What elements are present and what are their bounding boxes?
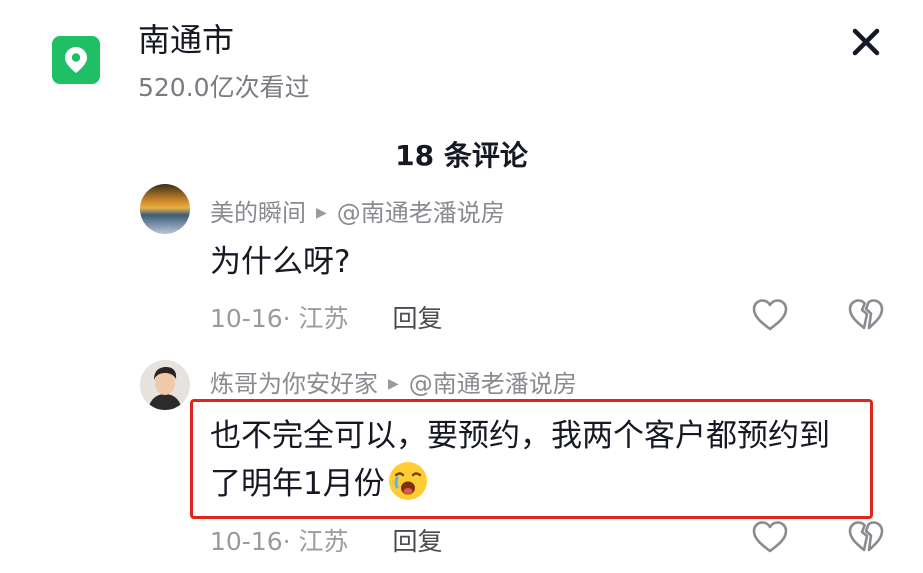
location-badge xyxy=(52,36,100,84)
play-arrow-icon: ▶ xyxy=(316,205,327,221)
highlight-box xyxy=(190,399,873,519)
avatar[interactable] xyxy=(140,360,190,410)
close-button[interactable] xyxy=(848,24,884,60)
reply-to-user[interactable]: @南通老潘说房 xyxy=(337,197,505,229)
broken-heart-icon xyxy=(848,299,884,330)
reply-button[interactable]: 回复 xyxy=(393,303,443,335)
avatar-photo xyxy=(140,360,190,410)
reply-to-user[interactable]: @南通老潘说房 xyxy=(409,368,577,400)
comment-meta: 美的瞬间 ▶ @南通老潘说房 xyxy=(210,197,505,229)
comment-meta: 炼哥为你安好家 ▶ @南通老潘说房 xyxy=(210,368,577,400)
like-button[interactable] xyxy=(750,297,790,333)
avatar[interactable] xyxy=(140,184,190,234)
location-title: 南通市 xyxy=(138,21,235,59)
reply-button[interactable]: 回复 xyxy=(393,526,443,558)
dislike-button[interactable] xyxy=(846,519,886,555)
comment-date: 10-16· 江苏 xyxy=(210,304,349,333)
heart-outline-icon xyxy=(752,299,788,331)
broken-heart-icon xyxy=(848,521,884,552)
comment-date: 10-16· 江苏 xyxy=(210,527,349,556)
comment-author[interactable]: 炼哥为你安好家 xyxy=(210,368,378,400)
comment-footer: 10-16· 江苏 回复 xyxy=(210,303,443,335)
view-count: 520.0亿次看过 xyxy=(138,73,310,102)
heart-outline-icon xyxy=(752,521,788,553)
comment-text: 为什么呀? xyxy=(210,244,351,280)
like-button[interactable] xyxy=(750,519,790,555)
location-pin-icon xyxy=(65,47,87,73)
comment-author[interactable]: 美的瞬间 xyxy=(210,197,306,229)
close-icon xyxy=(852,28,880,56)
dislike-button[interactable] xyxy=(846,297,886,333)
comment-footer: 10-16· 江苏 回复 xyxy=(210,526,443,558)
play-arrow-icon: ▶ xyxy=(388,376,399,392)
comments-count: 18 条评论 xyxy=(395,139,528,172)
